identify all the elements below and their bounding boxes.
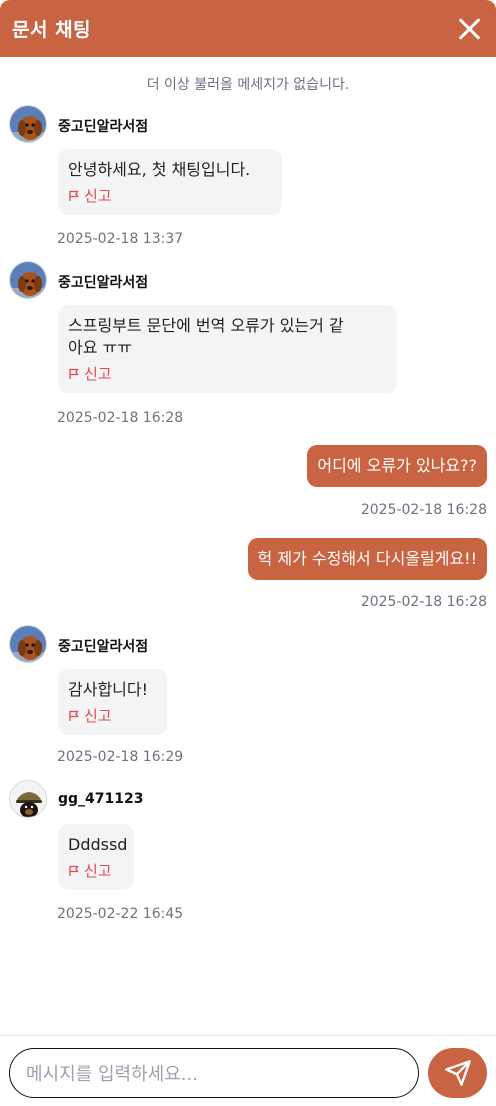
message-time: 2025-02-18 16:28 (360, 594, 487, 610)
message-time: 2025-02-18 16:28 (360, 502, 487, 518)
sender-name: 중고딘알라서점 (58, 119, 149, 135)
report-button[interactable]: 신고 (68, 705, 157, 727)
message-bubble: 헉 제가 수정해서 다시올릴게요!! (247, 538, 487, 580)
send-button[interactable] (428, 1048, 487, 1098)
report-button[interactable]: 신고 (68, 860, 124, 882)
sender-name: gg_471123 (58, 791, 144, 807)
flag-icon (69, 865, 79, 876)
report-button[interactable]: 신고 (68, 185, 272, 207)
report-label: 신고 (84, 862, 112, 880)
report-label: 신고 (84, 707, 112, 725)
message-time: 2025-02-22 16:45 (57, 906, 184, 922)
message-bubble: 어디에 오류가 있나요?? (307, 445, 487, 487)
outgoing-message: 어디에 오류가 있나요?? (307, 445, 487, 487)
no-more-messages-notice: 더 이상 불러올 메세지가 없습니다. (146, 77, 350, 93)
message-composer: 메시지를 입력하세요... (0, 1035, 496, 1106)
message-bubble: Dddssd 신고 (58, 824, 134, 890)
flag-icon (69, 190, 79, 201)
chat-window: 문서 채팅 더 이상 불러올 메세지가 없습니다. 중고딘알라서점 안녕하세요,… (0, 0, 496, 1106)
message-bubble: 감사합니다! 신고 (58, 669, 167, 735)
header-title: 문서 채팅 (12, 19, 92, 41)
message-input-placeholder: 메시지를 입력하세요... (26, 1064, 198, 1085)
send-icon (444, 1060, 471, 1086)
message-text-line: 스프링부트 문단에 번역 오류가 있는거 같 (68, 316, 344, 335)
message-text: Dddssd (68, 835, 128, 854)
outgoing-message: 헉 제가 수정해서 다시올릴게요!! (247, 538, 487, 580)
avatar[interactable] (9, 780, 47, 818)
message-text: 감사합니다! (68, 680, 149, 699)
sender-name: 중고딘알라서점 (58, 275, 149, 291)
flag-icon (69, 368, 79, 379)
sender-name: 중고딘알라서점 (58, 639, 149, 655)
message-input[interactable]: 메시지를 입력하세요... (9, 1048, 419, 1098)
chat-header: 문서 채팅 (0, 0, 496, 57)
message-time: 2025-02-18 13:37 (57, 231, 184, 247)
message-bubble: 스프링부트 문단에 번역 오류가 있는거 같 아요 ㅠㅠ 신고 (58, 305, 397, 393)
avatar[interactable] (9, 261, 47, 299)
flag-icon (69, 710, 79, 721)
message-bubble: 안녕하세요, 첫 채팅입니다. 신고 (58, 149, 282, 215)
report-button[interactable]: 신고 (68, 363, 387, 385)
report-label: 신고 (84, 365, 112, 383)
close-icon[interactable] (454, 14, 484, 44)
avatar[interactable] (9, 625, 47, 663)
message-time: 2025-02-18 16:29 (57, 749, 184, 765)
message-list[interactable]: 더 이상 불러올 메세지가 없습니다. 중고딘알라서점 안녕하세요, 첫 채팅입… (0, 57, 496, 1035)
message-text: 안녕하세요, 첫 채팅입니다. (68, 160, 251, 179)
message-text-line: 아요 ㅠㅠ (68, 338, 132, 357)
report-label: 신고 (84, 187, 112, 205)
avatar[interactable] (9, 105, 47, 143)
message-time: 2025-02-18 16:28 (57, 410, 184, 426)
